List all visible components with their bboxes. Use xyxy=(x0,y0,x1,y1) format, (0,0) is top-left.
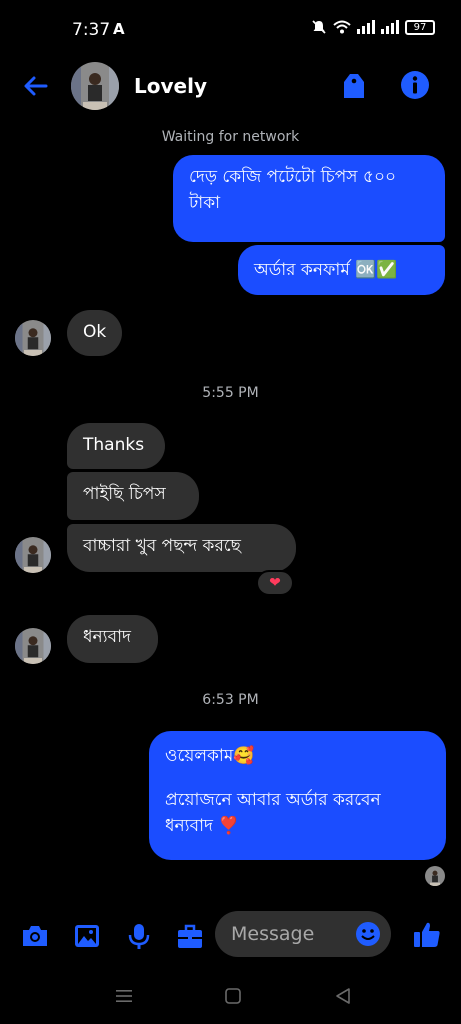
message-field[interactable] xyxy=(215,911,391,957)
sent-message[interactable]: দেড় কেজি পটেটো চিপস ৫০০ টাকা xyxy=(173,155,445,242)
timestamp: 6:53 PM xyxy=(202,692,259,708)
tag-icon[interactable] xyxy=(340,70,368,100)
gallery-icon[interactable] xyxy=(72,921,102,951)
signal-icon xyxy=(357,20,375,34)
info-icon[interactable] xyxy=(400,70,430,100)
network-status: Waiting for network xyxy=(161,129,300,145)
message-composer xyxy=(0,905,461,965)
chat-header: Lovely xyxy=(0,58,461,114)
contact-avatar-small[interactable] xyxy=(15,537,51,573)
home-icon[interactable] xyxy=(222,985,244,1007)
menu-icon[interactable] xyxy=(113,985,135,1007)
received-message[interactable]: ধন্যবাদ xyxy=(67,615,158,663)
status-icons: 97 xyxy=(311,19,435,35)
contact-avatar-small[interactable] xyxy=(15,320,51,356)
received-message[interactable]: বাচ্চারা খুব পছন্দ করছে xyxy=(67,524,296,572)
status-time: 7:37 xyxy=(72,20,111,40)
message-line: ওয়েলকাম🥰 xyxy=(165,746,255,766)
mute-icon xyxy=(312,20,326,34)
received-message[interactable]: পাইছি চিপস xyxy=(67,472,199,520)
back-arrow-icon[interactable] xyxy=(20,70,52,102)
back-icon[interactable] xyxy=(332,985,354,1007)
wifi-icon xyxy=(333,20,351,34)
signal-icon-2 xyxy=(381,20,399,34)
app-indicator-icon: A xyxy=(113,20,125,38)
heart-reaction[interactable]: ❤ xyxy=(256,570,294,596)
received-message[interactable]: Ok xyxy=(67,310,122,356)
message-input[interactable] xyxy=(231,911,351,957)
battery-indicator: 97 xyxy=(405,19,435,35)
sent-message[interactable]: অর্ডার কনফার্ম 🆗✅ xyxy=(238,245,445,295)
briefcase-icon[interactable] xyxy=(175,921,205,951)
thumbs-up-icon[interactable] xyxy=(412,919,442,949)
received-message[interactable]: Thanks xyxy=(67,423,165,469)
contact-name[interactable]: Lovely xyxy=(134,74,207,98)
emoji-icon[interactable] xyxy=(355,921,381,947)
status-bar: 7:37 A 97 xyxy=(0,0,461,60)
seen-avatar xyxy=(425,866,445,886)
contact-avatar[interactable] xyxy=(71,62,119,110)
timestamp: 5:55 PM xyxy=(202,385,259,401)
mic-icon[interactable] xyxy=(124,921,154,951)
sent-message[interactable]: ওয়েলকাম🥰 প্রয়োজনে আবার অর্ডার করবেন ধন… xyxy=(149,731,446,860)
camera-icon[interactable] xyxy=(20,921,50,951)
contact-avatar-small[interactable] xyxy=(15,628,51,664)
system-nav-bar xyxy=(0,975,461,1015)
message-line: প্রয়োজনে আবার অর্ডার করবেন ধন্যবাদ ❣️ xyxy=(165,790,381,836)
